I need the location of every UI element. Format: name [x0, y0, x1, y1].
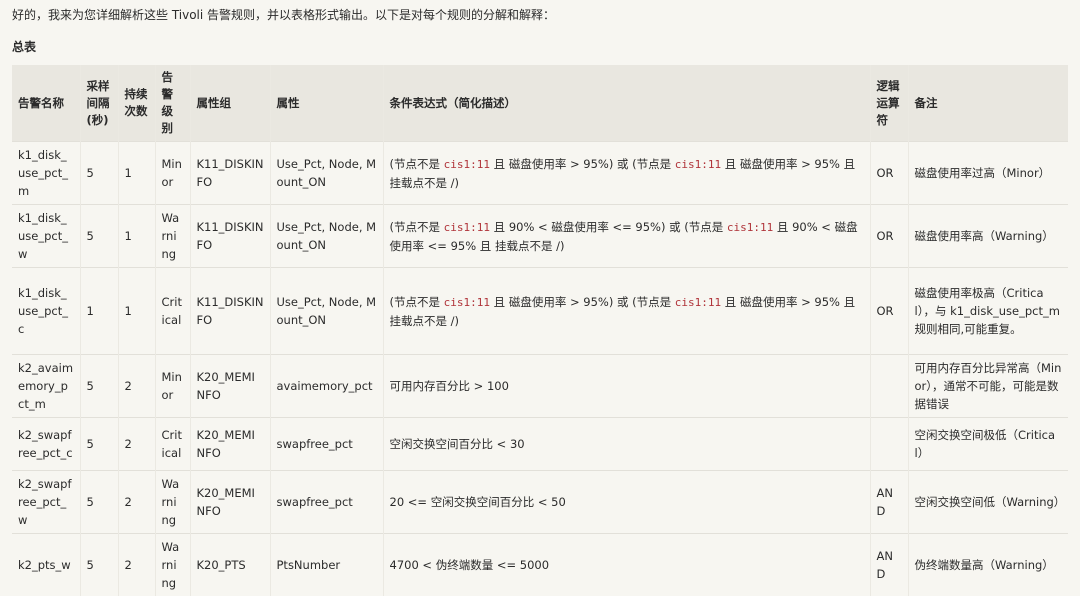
table-cell: 1: [118, 205, 155, 268]
note-cell: 空闲交换空间低（Warning）: [908, 471, 1068, 534]
condition-text: 可用内存百分比 > 100: [390, 379, 509, 393]
table-cell: swapfree_pct: [270, 471, 383, 534]
intro-text: 好的，我来为您详细解析这些 Tivoli 告警规则，并以表格形式输出。以下是对每…: [12, 6, 555, 23]
condition-cell: 可用内存百分比 > 100: [383, 355, 870, 418]
table-cell: K11_DISKINFO: [190, 205, 270, 268]
table-cell: k1_disk_use_pct_c: [12, 268, 80, 355]
column-header: 条件表达式（简化描述）: [383, 65, 870, 142]
table-cell: 1: [80, 268, 118, 355]
table-cell: 2: [118, 418, 155, 471]
table-cell: 2: [118, 534, 155, 596]
logic-cell: OR: [870, 268, 908, 355]
table-cell: 2: [118, 471, 155, 534]
inline-code: cis1:11: [444, 296, 490, 309]
table-cell: 5: [80, 471, 118, 534]
table-cell: 5: [80, 418, 118, 471]
column-header: 属性组: [190, 65, 270, 142]
table-cell: K11_DISKINFO: [190, 268, 270, 355]
condition-cell: (节点不是 cis1:11 且 90% < 磁盘使用率 <= 95%) 或 (节…: [383, 205, 870, 268]
condition-text: 空闲交换空间百分比 < 30: [390, 437, 525, 451]
table-row: k1_disk_use_pct_m51MinorK11_DISKINFOUse_…: [12, 142, 1068, 205]
table-cell: Warning: [155, 205, 190, 268]
table-cell: Use_Pct, Node, Mount_ON: [270, 142, 383, 205]
column-header: 采样间隔(秒): [80, 65, 118, 142]
table-cell: 2: [118, 355, 155, 418]
condition-cell: 20 <= 空闲交换空间百分比 < 50: [383, 471, 870, 534]
table-cell: K20_MEMINFO: [190, 471, 270, 534]
table-cell: Warning: [155, 534, 190, 596]
condition-cell: (节点不是 cis1:11 且 磁盘使用率 > 95%) 或 (节点是 cis1…: [383, 142, 870, 205]
table-cell: K20_MEMINFO: [190, 418, 270, 471]
table-cell: 1: [118, 268, 155, 355]
table-cell: PtsNumber: [270, 534, 383, 596]
table-cell: K20_PTS: [190, 534, 270, 596]
table-row: k1_disk_use_pct_w51WarningK11_DISKINFOUs…: [12, 205, 1068, 268]
column-header: 逻辑运算符: [870, 65, 908, 142]
rules-table: 告警名称采样间隔(秒)持续次数告警级别属性组属性条件表达式（简化描述）逻辑运算符…: [12, 65, 1068, 596]
table-row: k2_pts_w52WarningK20_PTSPtsNumber 4700 < …: [12, 534, 1068, 596]
table-row: k1_disk_use_pct_c11CriticalK11_DISKINFOU…: [12, 268, 1068, 355]
table-cell: k2_swapfree_pct_c: [12, 418, 80, 471]
condition-text: 且 磁盘使用率 > 95%) 或 (节点是: [490, 157, 675, 171]
table-cell: k2_avaimemory_pct_m: [12, 355, 80, 418]
table-cell: K11_DISKINFO: [190, 142, 270, 205]
table-cell: k2_swapfree_pct_w: [12, 471, 80, 534]
table-cell: 5: [80, 355, 118, 418]
column-header: 备注: [908, 65, 1068, 142]
note-cell: 可用内存百分比异常高（Minor），通常不可能，可能是数据错误: [908, 355, 1068, 418]
condition-text: (节点不是: [390, 295, 444, 309]
table-cell: Critical: [155, 418, 190, 471]
table-cell: 5: [80, 205, 118, 268]
table-cell: Minor: [155, 355, 190, 418]
table-cell: Use_Pct, Node, Mount_ON: [270, 268, 383, 355]
inline-code: cis1:11: [727, 221, 773, 234]
column-header: 告警名称: [12, 65, 80, 142]
table-cell: avaimemory_pct: [270, 355, 383, 418]
column-header: 持续次数: [118, 65, 155, 142]
table-row: k2_swapfree_pct_c52CriticalK20_MEMINFOsw…: [12, 418, 1068, 471]
table-cell: Warning: [155, 471, 190, 534]
inline-code: cis1:11: [444, 221, 490, 234]
table-cell: 5: [80, 534, 118, 596]
logic-cell: OR: [870, 142, 908, 205]
section-heading: 总表: [12, 38, 36, 55]
column-header: 属性: [270, 65, 383, 142]
table-cell: K20_MEMINFO: [190, 355, 270, 418]
table-cell: k2_pts_w: [12, 534, 80, 596]
condition-text: 且 磁盘使用率 > 95%) 或 (节点是: [490, 295, 675, 309]
logic-cell: AND: [870, 471, 908, 534]
condition-cell: 空闲交换空间百分比 < 30: [383, 418, 870, 471]
condition-text: 20 <= 空闲交换空间百分比 < 50: [390, 495, 566, 509]
logic-cell: [870, 355, 908, 418]
condition-text: (节点不是: [390, 220, 444, 234]
note-cell: 伪终端数量高（Warning）: [908, 534, 1068, 596]
logic-cell: [870, 418, 908, 471]
table-cell: Minor: [155, 142, 190, 205]
logic-cell: OR: [870, 205, 908, 268]
column-header: 告警级别: [155, 65, 190, 142]
note-cell: 空闲交换空间极低（Critical）: [908, 418, 1068, 471]
table-row: k2_swapfree_pct_w52WarningK20_MEMINFOswa…: [12, 471, 1068, 534]
condition-cell: (节点不是 cis1:11 且 磁盘使用率 > 95%) 或 (节点是 cis1…: [383, 268, 870, 355]
note-cell: 磁盘使用率高（Warning）: [908, 205, 1068, 268]
table-cell: k1_disk_use_pct_w: [12, 205, 80, 268]
table-cell: swapfree_pct: [270, 418, 383, 471]
table-cell: 1: [118, 142, 155, 205]
logic-cell: AND: [870, 534, 908, 596]
table-cell: 5: [80, 142, 118, 205]
inline-code: cis1:11: [675, 158, 721, 171]
condition-text: (节点不是: [390, 157, 444, 171]
table-cell: k1_disk_use_pct_m: [12, 142, 80, 205]
header-row: 告警名称采样间隔(秒)持续次数告警级别属性组属性条件表达式（简化描述）逻辑运算符…: [12, 65, 1068, 142]
condition-cell: 4700 < 伪终端数量 <= 5000: [383, 534, 870, 596]
note-cell: 磁盘使用率过高（Minor）: [908, 142, 1068, 205]
inline-code: cis1:11: [444, 158, 490, 171]
condition-text: 且 90% < 磁盘使用率 <= 95%) 或 (节点是: [490, 220, 727, 234]
table-cell: Use_Pct, Node, Mount_ON: [270, 205, 383, 268]
table-row: k2_avaimemory_pct_m52MinorK20_MEMINFOava…: [12, 355, 1068, 418]
condition-text: 4700 < 伪终端数量 <= 5000: [390, 558, 550, 572]
note-cell: 磁盘使用率极高（Critical），与 k1_disk_use_pct_m 规则…: [908, 268, 1068, 355]
inline-code: cis1:11: [675, 296, 721, 309]
table-cell: Critical: [155, 268, 190, 355]
